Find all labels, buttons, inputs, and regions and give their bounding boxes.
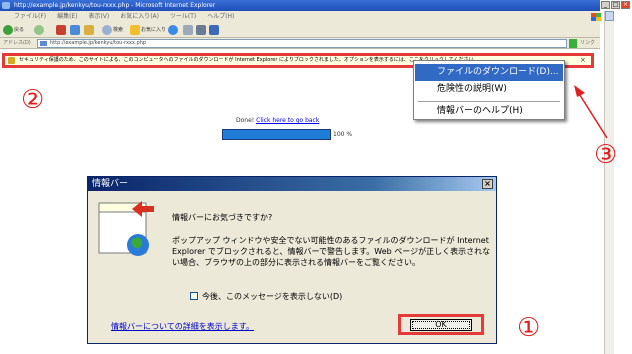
- infobar-text[interactable]: セキュリティ保護のため、このサイトによる、このコンピュータへのファイルのダウンロ…: [19, 57, 478, 63]
- page-icon: [40, 41, 47, 46]
- minimize-button[interactable]: _: [601, 1, 610, 9]
- dont-show-checkbox[interactable]: 今後、このメッセージを表示しない(D): [190, 291, 342, 302]
- forward-icon[interactable]: [34, 25, 44, 35]
- maximize-button[interactable]: □: [611, 1, 620, 9]
- windows-logo-icon: [590, 12, 602, 22]
- address-bar: アドレス(D) http://example.jp/kenkyu/tou-rxx…: [0, 38, 600, 49]
- marker-three: ③: [594, 140, 618, 170]
- address-label: アドレス(D): [3, 40, 31, 46]
- go-button[interactable]: [569, 39, 577, 48]
- messenger-icon[interactable]: [209, 25, 219, 35]
- print-icon[interactable]: [196, 25, 206, 35]
- menu-edit[interactable]: 編集(E): [57, 13, 77, 20]
- menu-help[interactable]: ヘルプ(H): [207, 13, 234, 20]
- menu-item-download-file[interactable]: ファイルのダウンロード(D)...: [415, 64, 563, 81]
- infobar-dialog: 情報バー × 情報バーにお気づきですか? ポップアップ ウィンドウや安全でない可…: [87, 176, 497, 344]
- menu-view[interactable]: 表示(V): [88, 13, 109, 20]
- scroll-up-button[interactable]: [605, 11, 614, 21]
- menu-tools[interactable]: ツール(T): [170, 13, 196, 20]
- refresh-icon[interactable]: [70, 25, 80, 35]
- progress-label: 100 %: [333, 131, 353, 138]
- dialog-heading: 情報バーにお気づきですか?: [172, 213, 273, 222]
- ie-icon: [2, 2, 10, 9]
- window-controls: _ □ ×: [601, 1, 630, 9]
- window-titlebar: http://example.jp/kenkyu/tou-rxxx.php - …: [0, 0, 600, 11]
- infobar-close-icon[interactable]: ×: [580, 55, 586, 65]
- ok-button[interactable]: OK: [410, 319, 472, 331]
- marker-one: ①: [517, 313, 541, 343]
- favorites-label[interactable]: お気に入り: [141, 25, 166, 35]
- dialog-body: ポップアップ ウィンドウや安全でない可能性のあるファイルのダウンロードが Int…: [172, 236, 491, 267]
- search-label[interactable]: 検索: [113, 25, 123, 35]
- shield-icon: [8, 57, 15, 64]
- search-icon[interactable]: [102, 25, 112, 35]
- back-icon[interactable]: [3, 25, 13, 35]
- menu-item-risk-explanation[interactable]: 危険性の説明(W): [415, 81, 563, 98]
- checkbox-box[interactable]: [190, 292, 198, 300]
- menu-favorites[interactable]: お気に入り(A): [120, 13, 159, 20]
- done-text: Done!: [236, 117, 255, 124]
- go-back-link[interactable]: Click here to go back: [256, 117, 319, 124]
- window-title: http://example.jp/kenkyu/tou-rxxx.php - …: [14, 2, 216, 9]
- menu-item-infobar-help[interactable]: 情報バーのヘルプ(H): [415, 103, 563, 120]
- home-icon[interactable]: [84, 25, 94, 35]
- back-label[interactable]: 戻る: [14, 25, 24, 35]
- dialog-close-button[interactable]: ×: [482, 179, 493, 189]
- mail-icon[interactable]: [183, 25, 193, 35]
- menu-bar: ファイル(F) 編集(E) 表示(V) お気に入り(A) ツール(T) ヘルプ(…: [0, 11, 600, 22]
- checkbox-label[interactable]: 今後、このメッセージを表示しない(D): [202, 292, 342, 301]
- done-message: Done! Click here to go back: [236, 117, 319, 125]
- vertical-scrollbar[interactable]: [604, 11, 614, 354]
- dialog-titlebar: 情報バー ×: [88, 177, 496, 191]
- links-label[interactable]: リンク: [580, 38, 595, 49]
- progress-bar: [222, 129, 331, 140]
- stop-icon[interactable]: [56, 25, 66, 35]
- infobar-illustration-icon: [98, 201, 154, 256]
- toolbar: 戻る 検索 お気に入り: [0, 22, 600, 38]
- dialog-title: 情報バー: [92, 179, 129, 189]
- favorites-star-icon[interactable]: [130, 25, 140, 35]
- menu-file[interactable]: ファイル(F): [14, 13, 46, 20]
- infobar-context-menu: ファイルのダウンロード(D)... 危険性の説明(W) 情報バーのヘルプ(H): [413, 60, 565, 120]
- menu-separator: [418, 101, 560, 102]
- address-value: http://example.jp/kenkyu/tou-rxxx.php: [50, 40, 147, 46]
- history-icon[interactable]: [168, 25, 178, 35]
- ok-highlight: OK: [398, 314, 484, 335]
- infobar-details-link[interactable]: 情報バーについての詳細を表示します。: [111, 321, 254, 332]
- address-input[interactable]: http://example.jp/kenkyu/tou-rxxx.php: [37, 39, 567, 48]
- close-window-button[interactable]: ×: [621, 1, 630, 9]
- marker-two: ②: [21, 85, 45, 115]
